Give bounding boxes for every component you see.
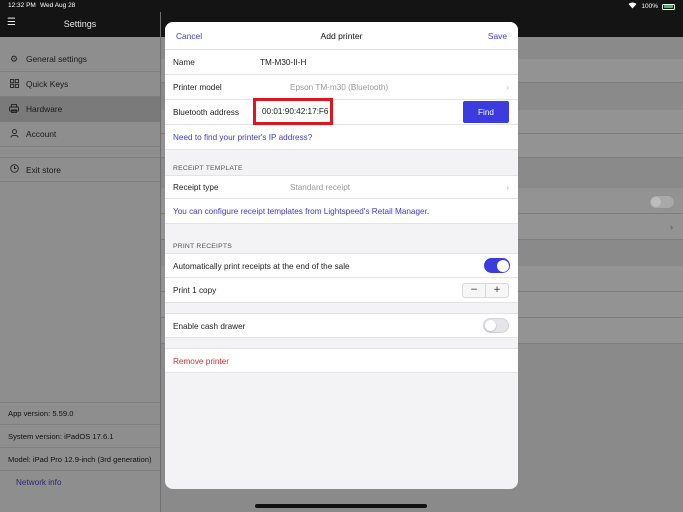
print-copies-label: Print 1 copy [173,286,217,295]
sidebar-item-general-settings[interactable]: ⚙ General settings [0,47,160,72]
name-label: Name [173,58,195,67]
device-model: Model: iPad Pro 12.9-inch (3rd generatio… [0,448,160,471]
cash-drawer-label: Enable cash drawer [173,322,246,331]
printer-icon [7,103,21,115]
sidebar-item-label: Account [26,129,57,139]
template-info-row: You can configure receipt templates from… [165,199,518,224]
retail-manager-link[interactable]: You can configure receipt templates from… [173,207,429,216]
battery-percent: 100% [641,3,658,10]
sidebar-item-account[interactable]: Account [0,122,160,147]
add-printer-modal: Cancel Add printer Save Name TM-M30-II-H… [165,22,518,489]
chevron-right-icon: › [506,183,509,192]
clock-icon [7,164,21,175]
app-version: App version: 5.59.0 [0,402,160,425]
print-receipts-section-title: PRINT RECEIPTS [173,243,232,250]
battery-icon [662,3,675,10]
wifi-icon [628,2,637,11]
sidebar-item-label: General settings [26,54,87,64]
find-button[interactable]: Find [463,101,509,123]
find-ip-address-link[interactable]: Need to find your printer's IP address? [173,133,312,142]
auto-print-label: Automatically print receipts at the end … [173,262,350,271]
copies-stepper[interactable]: − + [462,283,509,298]
sidebar-item-exit-store[interactable]: Exit store [0,157,160,182]
bluetooth-address-value: 00:01:90:42:17:F6 [262,107,329,116]
save-button[interactable]: Save [488,31,507,41]
printer-model-value: Epson TM-m30 (Bluetooth) [290,83,389,92]
background-toggle [649,195,675,209]
remove-printer-button[interactable]: Remove printer [173,357,229,366]
increment-button[interactable]: + [486,284,508,297]
sidebar-item-quick-keys[interactable]: Quick Keys [0,72,160,97]
receipt-type-label: Receipt type [173,183,219,192]
chevron-right-icon: › [506,83,509,92]
name-field[interactable]: TM-M30-II-H [260,58,306,67]
receipt-type-value: Standard receipt [290,183,351,192]
modal-title: Add printer [320,31,363,41]
remove-printer-row[interactable]: Remove printer [165,348,518,373]
grid-icon [7,78,21,90]
auto-print-toggle[interactable] [484,258,510,273]
home-indicator [255,504,427,508]
network-info-link[interactable]: Network info [8,471,168,494]
gear-icon: ⚙ [9,53,19,64]
decrement-button[interactable]: − [463,284,485,297]
status-date: Wed Aug 28 [40,2,76,9]
chevron-right-icon: › [670,222,673,232]
bluetooth-address-label: Bluetooth address [173,108,239,117]
person-icon [7,128,21,140]
auto-print-row: Automatically print receipts at the end … [165,253,518,278]
cash-drawer-row: Enable cash drawer [165,313,518,338]
status-right: 100% [628,2,675,11]
bluetooth-address-field[interactable]: 00:01:90:42:17:F6 [253,98,333,125]
sidebar-item-label: Hardware [26,104,63,114]
name-row[interactable]: Name TM-M30-II-H [165,50,518,75]
receipt-template-section-title: RECEIPT TEMPLATE [173,165,243,172]
ip-help-row: Need to find your printer's IP address? [165,125,518,150]
sidebar-item-hardware[interactable]: Hardware [0,97,160,122]
sidebar-title: Settings [63,19,97,29]
printer-model-row[interactable]: Printer model Epson TM-m30 (Bluetooth) › [165,75,518,100]
modal-header: Cancel Add printer Save [165,22,518,50]
sidebar-item-label: Quick Keys [26,79,69,89]
printer-model-label: Printer model [173,83,222,92]
system-version: System version: iPadOS 17.6.1 [0,425,160,448]
status-bar: 12:32 PM Wed Aug 28 100% [0,0,683,12]
status-time: 12:32 PM [8,2,36,9]
receipt-type-row[interactable]: Receipt type Standard receipt › [165,175,518,199]
sidebar-item-label: Exit store [26,164,61,175]
cash-drawer-toggle[interactable] [483,318,509,333]
